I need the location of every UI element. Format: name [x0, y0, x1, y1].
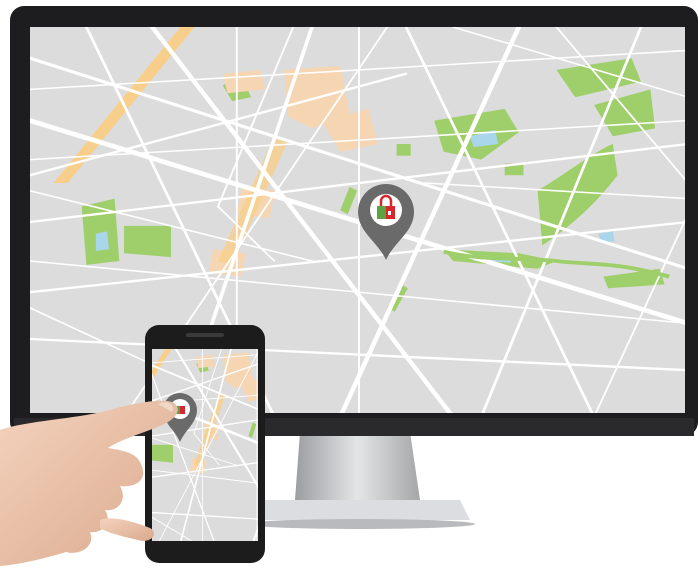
desktop-map[interactable] — [30, 27, 688, 417]
scene — [0, 0, 698, 568]
illustration — [0, 6, 698, 566]
monitor-stand — [245, 432, 475, 529]
